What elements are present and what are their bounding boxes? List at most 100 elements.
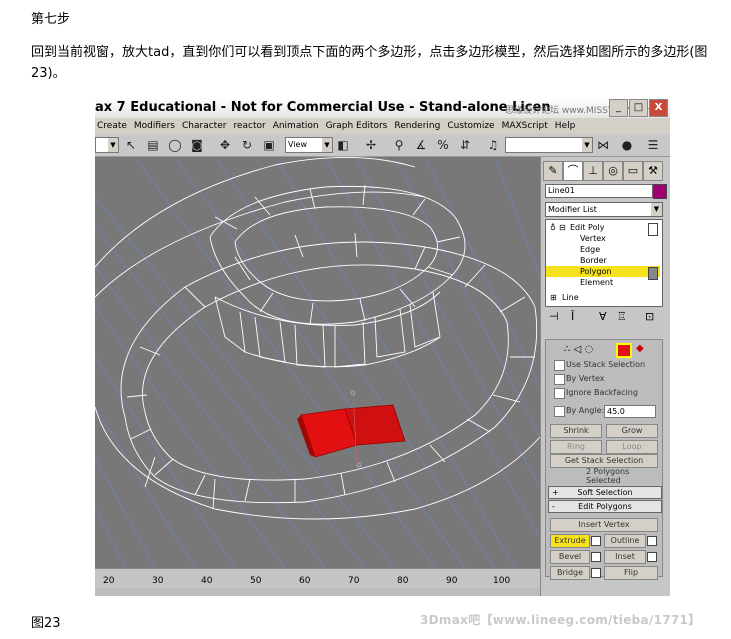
border-mode-icon[interactable]: ◌ — [584, 344, 593, 355]
max-screenshot: ax 7 Educational - Not for Commercial Us… — [95, 98, 670, 596]
flip-button[interactable]: Flip — [604, 566, 658, 580]
by-angle-checkbox[interactable] — [554, 406, 565, 417]
named-selection-icon[interactable]: ♫ — [485, 137, 501, 153]
menu-animation[interactable]: Animation — [271, 118, 324, 134]
status-bar — [95, 588, 540, 596]
edge-mode-icon[interactable]: ◁ — [574, 344, 582, 355]
bevel-settings-icon[interactable] — [591, 552, 601, 562]
spinner-snap-icon[interactable]: ⇵ — [457, 137, 473, 153]
bevel-button[interactable]: Bevel — [550, 550, 590, 564]
utilities-tab-icon[interactable]: ⚒ — [643, 161, 663, 181]
close-button[interactable]: X — [649, 99, 668, 117]
menu-reactor[interactable]: reactor — [231, 118, 270, 134]
shrink-button[interactable]: Shrink — [550, 424, 602, 438]
stack-item-edit-poly-box — [648, 223, 658, 236]
region-select-icon[interactable]: ◯ — [167, 137, 183, 153]
outline-button[interactable]: Outline — [604, 534, 646, 548]
by-vertex-checkbox[interactable] — [554, 374, 565, 385]
remove-modifier-icon[interactable]: ♖ — [617, 310, 627, 323]
minimize-button[interactable]: _ — [609, 99, 628, 117]
expand-plus-icon[interactable]: ⊞ — [550, 292, 557, 303]
select-manipulate-icon[interactable]: ✢ — [363, 137, 379, 153]
menu-help[interactable]: Help — [553, 118, 581, 134]
reference-coordinate-dropdown[interactable]: View ▼ — [285, 137, 333, 153]
soft-selection-rollout-header[interactable]: + Soft Selection — [548, 486, 662, 499]
configure-sets-icon[interactable]: ⊡ — [645, 310, 654, 323]
mirror-icon[interactable]: ⋈ — [595, 137, 611, 153]
stack-item-border[interactable]: Border — [580, 255, 607, 266]
figure-caption: 图23 — [31, 616, 61, 631]
menu-maxscript[interactable]: MAXScript — [500, 118, 553, 134]
lightbulb-icon[interactable]: ♁ — [550, 222, 556, 233]
stack-item-polygon[interactable]: Polygon — [580, 266, 611, 277]
edit-polygons-rollout-header[interactable]: - Edit Polygons — [548, 500, 662, 513]
selection-filter-dropdown[interactable]: ▼ — [95, 137, 119, 153]
perspective-viewport[interactable] — [95, 157, 540, 568]
stack-item-edge[interactable]: Edge — [580, 244, 600, 255]
create-tab-icon[interactable]: ✎ — [543, 161, 563, 181]
material-editor-icon[interactable]: ● — [619, 137, 635, 153]
timeline-ruler[interactable]: 20 30 40 50 60 70 80 90 100 — [95, 568, 540, 589]
inset-button[interactable]: Inset — [604, 550, 646, 564]
tick-label: 80 — [397, 576, 409, 586]
bridge-button[interactable]: Bridge — [550, 566, 590, 580]
angle-spinner[interactable]: 45.0 — [604, 405, 656, 418]
element-mode-icon[interactable]: ◆ — [636, 343, 644, 354]
object-name-field[interactable]: Line01 — [545, 184, 653, 198]
angle-snap-icon[interactable]: ∡ — [413, 137, 429, 153]
use-stack-selection-checkbox[interactable] — [554, 360, 565, 371]
menu-character[interactable]: Character — [180, 118, 231, 134]
window-crossing-icon[interactable]: ◙ — [189, 137, 205, 153]
modifier-list-label: Modifier List — [548, 205, 597, 214]
ignore-backfacing-label: Ignore Backfacing — [566, 388, 638, 397]
selection-rollout: ∴ ◁ ◌ ◆ Use Stack Selection By Vertex Ig… — [545, 339, 663, 580]
modifier-list-dropdown[interactable]: Modifier List ▼ — [545, 202, 663, 217]
edit-polygons-label: Edit Polygons — [578, 502, 632, 511]
make-unique-icon[interactable]: ∀ — [599, 310, 607, 323]
bridge-settings-icon[interactable] — [591, 568, 601, 578]
object-color-swatch[interactable] — [653, 184, 667, 199]
select-arrow-icon[interactable]: ↖ — [123, 137, 139, 153]
ring-button[interactable]: Ring — [550, 440, 602, 454]
window-title: ax 7 Educational - Not for Commercial Us… — [95, 100, 551, 115]
menu-rendering[interactable]: Rendering — [392, 118, 445, 134]
select-by-name-icon[interactable]: ▤ — [145, 137, 161, 153]
loop-button[interactable]: Loop — [606, 440, 658, 454]
menu-modifiers[interactable]: Modifiers — [132, 118, 180, 134]
move-icon[interactable]: ✥ — [217, 137, 233, 153]
ignore-backfacing-checkbox[interactable] — [554, 388, 565, 399]
menu-customize[interactable]: Customize — [445, 118, 499, 134]
scale-icon[interactable]: ▣ — [261, 137, 277, 153]
motion-tab-icon[interactable]: ◎ — [603, 161, 623, 181]
polygon-mode-icon[interactable] — [616, 343, 632, 358]
by-vertex-label: By Vertex — [566, 374, 605, 383]
hierarchy-tab-icon[interactable]: ⊥ — [583, 161, 603, 181]
outline-settings-icon[interactable] — [647, 536, 657, 546]
stack-item-vertex[interactable]: Vertex — [580, 233, 606, 244]
inset-settings-icon[interactable] — [647, 552, 657, 562]
modify-tab-icon[interactable]: ⌒ — [563, 161, 583, 181]
grow-button[interactable]: Grow — [606, 424, 658, 438]
pivot-icon[interactable]: ◧ — [335, 137, 351, 153]
extrude-button[interactable]: Extrude — [550, 534, 590, 548]
stack-item-element[interactable]: Element — [580, 277, 613, 288]
get-stack-selection-button[interactable]: Get Stack Selection — [550, 454, 658, 468]
maximize-button[interactable]: □ — [629, 99, 648, 117]
pin-stack-icon[interactable]: ⊣ — [549, 310, 559, 323]
percent-snap-icon[interactable]: % — [435, 137, 451, 153]
stack-item-line[interactable]: Line — [562, 292, 579, 303]
display-tab-icon[interactable]: ▭ — [623, 161, 643, 181]
menu-graph-editors[interactable]: Graph Editors — [324, 118, 393, 134]
collapse-minus-icon[interactable]: ⊟ — [559, 222, 566, 233]
menu-create[interactable]: Create — [95, 118, 132, 134]
vertex-mode-icon[interactable]: ∴ — [564, 344, 570, 355]
extrude-settings-icon[interactable] — [591, 536, 601, 546]
show-end-result-icon[interactable]: Ī — [571, 310, 574, 323]
snap-icon[interactable]: ⚲ — [391, 137, 407, 153]
stack-item-edit-poly[interactable]: Edit Poly — [570, 222, 604, 233]
named-selection-dropdown[interactable]: ▼ — [505, 137, 593, 153]
layer-manager-icon[interactable]: ☰ — [645, 137, 661, 153]
rotate-icon[interactable]: ↻ — [239, 137, 255, 153]
tick-label: 20 — [103, 576, 115, 586]
insert-vertex-button[interactable]: Insert Vertex — [550, 518, 658, 532]
